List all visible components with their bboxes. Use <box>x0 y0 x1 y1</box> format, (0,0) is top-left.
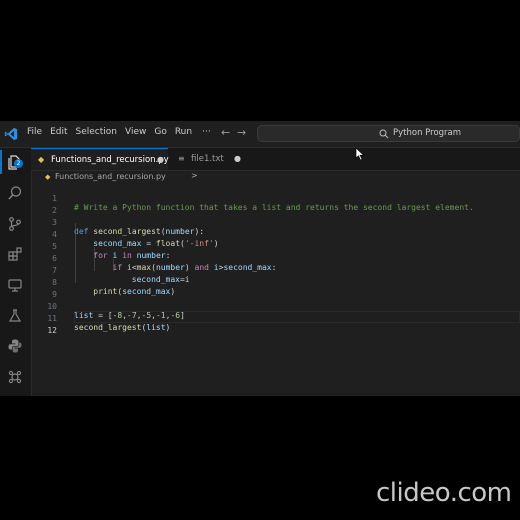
python-file-icon: ◆ <box>45 173 51 181</box>
remote-explorer-icon[interactable] <box>7 277 23 293</box>
jupyter-icon[interactable] <box>7 369 23 385</box>
code-line: 10 list = [-8,-7,-5,-1,-6] <box>31 293 520 320</box>
menu-file[interactable]: File <box>27 127 42 137</box>
tab-label: Functions_and_recursion.py <box>51 155 169 165</box>
vscode-logo-icon <box>4 127 18 141</box>
code-line: 6 if i<max(number) and i>second_max: <box>31 245 520 272</box>
code-line: 8 print(second_max) <box>31 269 520 296</box>
active-indicator <box>0 150 2 174</box>
tab-label: file1.txt <box>191 154 224 164</box>
source-control-icon[interactable] <box>7 216 23 232</box>
search-icon <box>379 129 389 139</box>
breadcrumb-file[interactable]: Functions_and_recursion.py <box>55 172 166 181</box>
code-line: 5 for i in number: <box>31 233 520 260</box>
tab-file1[interactable]: ≡ file1.txt ● <box>171 148 251 170</box>
extensions-icon[interactable] <box>7 246 23 262</box>
forward-arrow-icon[interactable]: → <box>237 126 246 139</box>
unsaved-dot-icon[interactable]: ● <box>234 148 241 170</box>
code-line: 12 <box>31 317 520 335</box>
breadcrumb-separator: > <box>191 171 198 180</box>
search-sidebar-icon[interactable] <box>7 185 23 201</box>
vscode-window: File Edit Selection View Go Run ··· ← → … <box>0 121 520 396</box>
code-line: 2 <box>31 197 520 215</box>
mouse-pointer-icon <box>355 147 365 161</box>
activity-bar: 2 <box>0 148 32 396</box>
back-arrow-icon[interactable]: ← <box>221 126 230 139</box>
menu-more[interactable]: ··· <box>202 127 211 137</box>
menu-go[interactable]: Go <box>154 127 166 137</box>
menu-bar: File Edit Selection View Go Run ··· <box>27 127 219 137</box>
unsaved-dot-icon[interactable]: ● <box>157 149 164 171</box>
code-line: 7 second_max=i <box>31 257 520 284</box>
line-number: 12 <box>47 326 57 335</box>
menu-run[interactable]: Run <box>175 127 192 137</box>
explorer-badge: 2 <box>14 159 23 168</box>
text-file-icon: ≡ <box>178 154 185 163</box>
code-line: 1 # Write a Python function that takes a… <box>31 185 520 212</box>
testing-flask-icon[interactable] <box>7 308 23 324</box>
command-center-search[interactable]: Python Program <box>257 125 520 142</box>
python-icon[interactable] <box>7 338 23 354</box>
title-bar: File Edit Selection View Go Run ··· ← → … <box>0 121 520 148</box>
code-line: 11 second_largest(list) <box>31 305 520 332</box>
python-file-icon: ◆ <box>38 155 45 164</box>
code-editor[interactable]: 1 # Write a Python function that takes a… <box>31 185 520 396</box>
code-line: 4 second_max = float('-inf') <box>31 221 520 248</box>
editor-tabs: ◆ Functions_and_recursion.py ● ≡ file1.t… <box>31 148 520 171</box>
menu-selection[interactable]: Selection <box>76 127 117 137</box>
menu-view[interactable]: View <box>125 127 146 137</box>
tab-functions-and-recursion[interactable]: ◆ Functions_and_recursion.py ● <box>31 148 169 171</box>
search-text: Python Program <box>393 128 462 138</box>
watermark-text: clideo.com <box>376 478 512 508</box>
menu-edit[interactable]: Edit <box>50 127 67 137</box>
code-line: 9 <box>31 281 520 299</box>
code-line: 3 def second_largest(number): <box>31 209 520 236</box>
